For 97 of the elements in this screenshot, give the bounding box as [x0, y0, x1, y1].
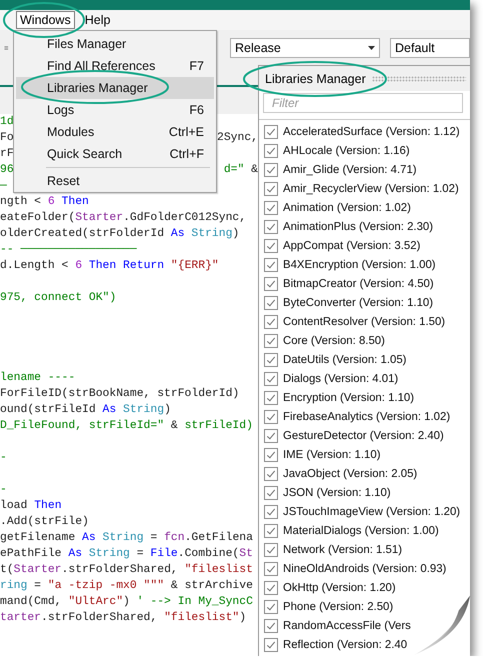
code-text: ForFileID(strBookName, strFolderId): [0, 386, 240, 402]
code-text: .Add(strFile): [0, 514, 89, 530]
menu-item[interactable]: Libraries Manager: [16, 77, 214, 99]
library-name: ContentResolver (Version: 1.50): [283, 316, 446, 328]
menu-item[interactable]: Modules Ctrl+E: [16, 121, 214, 143]
checkbox[interactable]: [264, 618, 278, 632]
library-name: IME (Version: 1.10): [283, 448, 380, 460]
code-text: d=" &: [224, 162, 258, 178]
code-text: D_FileFound, strFileId=" & strFileId): [0, 418, 253, 434]
panel-title: Libraries Manager: [265, 72, 366, 86]
code-text: ePathFile As String = File.Combine(St: [0, 546, 253, 562]
code-text: 975, connect OK"): [0, 290, 116, 306]
library-name: Animation (Version: 1.02): [283, 202, 411, 214]
library-name: Encryption (Version: 1.10): [283, 392, 414, 404]
dropdown[interactable]: Default: [390, 38, 470, 58]
checkbox[interactable]: [264, 524, 278, 538]
code-text: tarter.strFolderShared, "fileslist"): [0, 610, 246, 626]
checkbox[interactable]: [264, 182, 278, 196]
library-name: MaterialDialogs (Version: 1.00): [283, 524, 439, 536]
checkbox[interactable]: [264, 486, 278, 500]
code-text: eateFolder(Starter.GdFolderC012Sync,: [0, 210, 246, 226]
library-name: JavaObject (Version: 2.05): [283, 468, 418, 480]
menu-item[interactable]: Logs F6: [16, 99, 214, 121]
code-text: t(Starter.strFolderShared, "fileslist: [0, 562, 253, 578]
filter-field[interactable]: Filter: [263, 93, 463, 113]
library-name: DateUtils (Version: 1.05): [283, 354, 406, 366]
library-name: AppCompat (Version: 3.52): [283, 240, 420, 252]
code-text: 96: [0, 163, 14, 178]
library-name: OkHttp (Version: 1.20): [283, 582, 396, 594]
library-name: ByteConverter (Version: 1.10): [283, 296, 434, 308]
code-text: ound(strFileId As String): [0, 402, 171, 418]
checkbox[interactable]: [264, 314, 278, 328]
menu-title[interactable]: Help: [80, 11, 114, 29]
checkbox[interactable]: [264, 542, 278, 556]
library-name: Amir_Glide (Version: 4.71): [283, 164, 417, 176]
checkbox[interactable]: [264, 144, 278, 158]
library-name: NineOldAndroids (Version: 0.93): [283, 562, 446, 574]
checkbox[interactable]: [264, 428, 278, 442]
library-name: Reflection (Version: 2.40: [283, 638, 408, 650]
checkbox[interactable]: [264, 466, 278, 480]
library-name: AcceleratedSurface (Version: 1.12): [283, 126, 460, 138]
menu-title[interactable]: Windows: [16, 11, 75, 29]
library-name: JSON (Version: 1.10): [283, 486, 391, 498]
code-text: d.Length < 6 Then Return "{ERR}": [0, 258, 219, 274]
checkbox[interactable]: [264, 296, 278, 310]
code-text: -- ─────────────────: [0, 243, 137, 258]
code-text: -: [0, 451, 7, 466]
library-name: Phone (Version: 2.50): [283, 600, 394, 612]
checkbox[interactable]: [264, 220, 278, 234]
checkbox[interactable]: [264, 258, 278, 272]
library-name: FirebaseAnalytics (Version: 1.02): [283, 410, 450, 422]
checkbox[interactable]: [264, 124, 278, 138]
code-text: ngth < 6 Then: [0, 194, 89, 210]
checkbox[interactable]: [264, 638, 278, 652]
checkbox[interactable]: [264, 410, 278, 424]
code-text: lename ----: [0, 370, 76, 386]
library-name: RandomAccessFile (Vers: [283, 620, 411, 632]
code-text: 2Sync,: [216, 131, 258, 146]
menu-item[interactable]: Files Manager: [16, 33, 214, 55]
code-text: Fo: [0, 131, 14, 146]
code-text: rF: [0, 147, 14, 162]
code-text: olderCreated(strFolderId As String): [0, 226, 240, 242]
checkbox[interactable]: [264, 390, 278, 404]
caret-icon: [368, 46, 375, 50]
checkbox[interactable]: [264, 352, 278, 366]
code-text: load Then: [0, 498, 62, 514]
library-name: AnimationPlus (Version: 2.30): [283, 220, 434, 232]
checkbox[interactable]: [264, 448, 278, 462]
code-text: —: [0, 179, 7, 194]
library-name: JSTouchImageView (Version: 1.20): [283, 506, 460, 518]
checkbox[interactable]: [264, 372, 278, 386]
code-text: getFilename As String = fcn.GetFilena: [0, 530, 253, 546]
menu-item[interactable]: Reset: [16, 170, 214, 192]
menu-item[interactable]: Quick Search Ctrl+F: [16, 143, 214, 165]
checkbox[interactable]: [264, 276, 278, 290]
checkbox[interactable]: [264, 238, 278, 252]
library-name: B4XEncryption (Version: 1.00): [283, 258, 436, 270]
code-text: mand(Cmd, "UltArc") ' --> In My_SyncC: [0, 594, 253, 610]
library-name: BitmapCreator (Version: 4.50): [283, 278, 434, 290]
checkbox[interactable]: [264, 162, 278, 176]
library-name: GestureDetector (Version: 2.40): [283, 430, 444, 442]
checkbox[interactable]: [264, 600, 278, 614]
checkbox[interactable]: [264, 504, 278, 518]
checkbox[interactable]: [264, 580, 278, 594]
checkbox[interactable]: [264, 200, 278, 214]
library-name: Network (Version: 1.51): [283, 544, 402, 556]
configuration-dropdown[interactable]: Release: [230, 38, 380, 58]
library-name: Dialogs (Version: 4.01): [283, 372, 398, 384]
code-text: 1d: [0, 114, 14, 130]
code-text: -: [0, 483, 7, 498]
library-name: AHLocale (Version: 1.16): [283, 144, 410, 156]
code-text: ring = "a -tzip -mx0 """ & strArchive: [0, 578, 253, 594]
library-name: Amir_RecyclerView (Version: 1.02): [283, 182, 459, 194]
menu-item[interactable]: Find All References F7: [16, 55, 214, 77]
library-name: Core (Version: 8.50): [283, 334, 385, 346]
checkbox[interactable]: [264, 334, 278, 348]
checkbox[interactable]: [264, 562, 278, 576]
